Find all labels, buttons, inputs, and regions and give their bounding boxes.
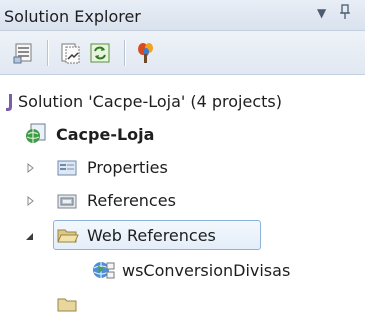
solution-label: Solution 'Cacpe-Loja' (4 projects): [18, 92, 282, 111]
dropdown-icon[interactable]: ▼: [317, 6, 326, 20]
tree-item-references[interactable]: References: [0, 185, 365, 217]
properties-folder-icon: [57, 160, 77, 176]
web-project-icon: [26, 123, 46, 143]
properties-button[interactable]: [12, 41, 36, 65]
web-service-label: wsConversionDivisas: [122, 261, 291, 280]
expand-references-icon[interactable]: [26, 196, 36, 206]
solution-tree: Solution 'Cacpe-Loja' (4 projects) Cacpe…: [0, 75, 365, 312]
properties-label: Properties: [87, 158, 168, 177]
web-service-globe-icon: [93, 262, 115, 279]
toolbar-separator: [124, 40, 126, 66]
solution-explorer-toolbar: [0, 31, 365, 75]
properties-icon: [13, 43, 32, 64]
references-folder-icon: [57, 194, 77, 209]
expand-properties-icon[interactable]: [26, 163, 36, 173]
toolbar-separator: [47, 40, 49, 66]
tree-item-web-service[interactable]: wsConversionDivisas: [0, 255, 365, 287]
web-references-label: Web References: [87, 226, 216, 245]
tree-item-solution[interactable]: Solution 'Cacpe-Loja' (4 projects): [0, 86, 365, 118]
refresh-icon: [90, 43, 110, 63]
references-label: References: [87, 191, 176, 210]
solution-icon: [6, 94, 12, 111]
pin-icon[interactable]: [339, 4, 351, 24]
tree-item-properties[interactable]: Properties: [0, 152, 365, 184]
view-class-diagram-button[interactable]: [134, 41, 158, 65]
panel-title: Solution Explorer: [4, 7, 141, 26]
refresh-button[interactable]: [88, 41, 112, 65]
panel-title-bar: Solution Explorer ▼: [0, 0, 365, 31]
tree-item-web-references[interactable]: Web References: [0, 220, 365, 252]
show-all-files-icon: [61, 43, 80, 64]
tree-item-cut-off[interactable]: [0, 289, 365, 321]
folder-icon: [57, 298, 77, 312]
tree-item-project[interactable]: Cacpe-Loja: [0, 119, 365, 151]
collapse-web-references-icon[interactable]: [24, 231, 34, 241]
show-all-files-button[interactable]: [58, 41, 82, 65]
open-folder-icon: [57, 229, 79, 243]
project-label: Cacpe-Loja: [56, 125, 155, 144]
view-class-diagram-icon: [138, 43, 153, 63]
